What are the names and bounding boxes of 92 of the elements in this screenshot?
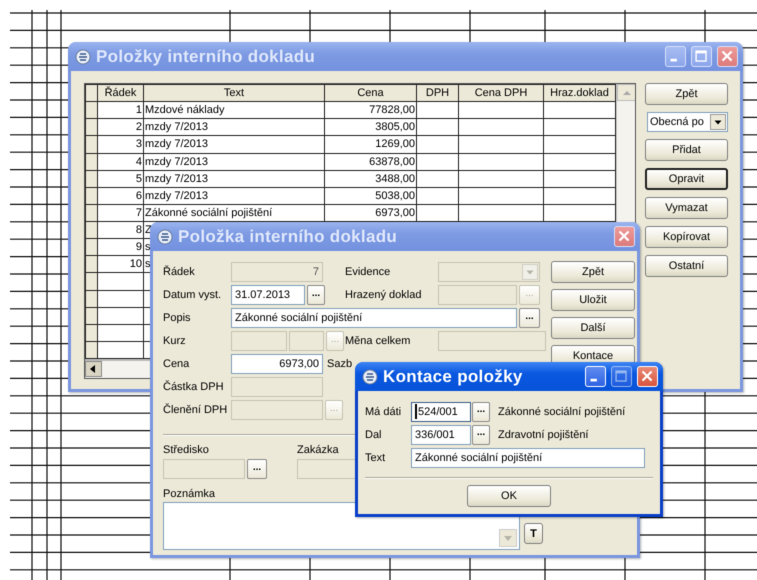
text-field[interactable]: 6973,00: [231, 354, 323, 374]
column-header[interactable]: Text: [144, 84, 324, 102]
text-field[interactable]: 31.07.2013: [231, 285, 305, 305]
text-field[interactable]: [231, 400, 323, 420]
push-button[interactable]: T: [524, 523, 543, 544]
column-header[interactable]: Řádek: [98, 84, 144, 102]
push-button[interactable]: Uložit: [551, 289, 635, 311]
text-field[interactable]: 336/001: [411, 424, 471, 444]
text-field[interactable]: 7: [231, 262, 323, 282]
field-label: Členění DPH: [163, 404, 228, 416]
table-cell: 77828,00: [324, 102, 416, 119]
field-label: Kurz: [163, 335, 187, 347]
app-icon: [75, 48, 91, 64]
push-button[interactable]: Další: [551, 317, 635, 339]
text-field[interactable]: [438, 331, 546, 351]
text-field[interactable]: [438, 285, 517, 305]
table-cell: 3805,00: [324, 118, 416, 136]
push-button[interactable]: Kopírovat: [645, 226, 728, 248]
table-cell: 63878,00: [324, 153, 416, 170]
field-label: Hrazený doklad: [345, 289, 422, 301]
field-label: Řádek: [163, 266, 196, 278]
dropdown-field[interactable]: [438, 262, 540, 282]
table-cell: 9: [98, 238, 144, 256]
table-cell: 6: [98, 187, 144, 204]
scroll-left-icon[interactable]: [85, 361, 102, 377]
close-button[interactable]: [717, 46, 738, 67]
browse-button[interactable]: ...: [472, 424, 490, 444]
dropdown-field[interactable]: Obecná po: [647, 112, 728, 132]
app-icon: [157, 228, 173, 244]
table-cell: mzdy 7/2013: [144, 187, 324, 204]
push-button[interactable]: Zpět: [645, 83, 728, 105]
table-cell: 6973,00: [324, 204, 416, 222]
push-button[interactable]: Přidat: [645, 139, 728, 161]
text-field[interactable]: Zákonné sociální pojištění: [231, 308, 517, 328]
table-cell: mzdy 7/2013: [144, 153, 324, 170]
table-cell: Zákonné sociální pojištění: [144, 204, 324, 222]
push-button[interactable]: Ostatní: [645, 255, 728, 277]
table-cell: 7: [98, 204, 144, 222]
text-field[interactable]: Zákonné sociální pojištění: [411, 448, 645, 468]
text-field[interactable]: [289, 331, 324, 351]
account-name: Zdravotní pojištění: [498, 428, 588, 440]
field-label: Měna celkem: [345, 335, 412, 347]
table-cell: mzdy 7/2013: [144, 136, 324, 153]
column-header[interactable]: DPH: [416, 84, 458, 102]
scroll-up-icon[interactable]: [617, 84, 635, 101]
push-button[interactable]: Opravit: [645, 168, 728, 190]
text-field[interactable]: [163, 459, 245, 479]
field-label: Částka DPH: [163, 381, 225, 393]
table-cell: 4: [98, 153, 144, 170]
push-button[interactable]: Vymazat: [645, 197, 728, 219]
minimize-button[interactable]: [665, 46, 686, 67]
field-label: Středisko: [163, 444, 210, 456]
push-button[interactable]: Zpět: [551, 261, 635, 283]
table-cell: 3: [98, 136, 144, 153]
field-label: Sazb: [327, 358, 354, 370]
browse-button[interactable]: ...: [519, 308, 540, 328]
field-label: Poznámka: [163, 488, 215, 500]
field-label: Evidence: [345, 266, 392, 278]
app-icon: [362, 368, 378, 384]
field-label: Má dáti: [365, 406, 402, 418]
close-button[interactable]: [614, 226, 635, 247]
table-cell: 1: [98, 102, 144, 119]
table-cell: 1269,00: [324, 136, 416, 153]
maximize-button[interactable]: [691, 46, 712, 67]
text-field[interactable]: [231, 331, 287, 351]
text-field[interactable]: [231, 377, 323, 397]
table-cell: 3488,00: [324, 170, 416, 188]
field-label: Popis: [163, 312, 192, 324]
table-cell: 5: [98, 170, 144, 188]
field-label: Cena: [163, 358, 190, 370]
table-cell: mzdy 7/2013: [144, 170, 324, 188]
field-label: Text: [365, 452, 386, 464]
browse-button[interactable]: ...: [247, 459, 267, 479]
table-cell: 5038,00: [324, 187, 416, 204]
text-field[interactable]: 524/001: [411, 402, 471, 422]
column-header[interactable]: Cena DPH: [458, 84, 544, 102]
field-label: Datum vyst.: [163, 289, 222, 301]
table-cell: 8: [98, 222, 144, 239]
browse-button[interactable]: ...: [472, 402, 490, 422]
column-header[interactable]: Cena: [324, 84, 416, 102]
field-label: Dal: [365, 428, 383, 440]
table-cell: Mzdové náklady: [144, 102, 324, 119]
window-title: Kontace položky: [383, 366, 523, 386]
field-label: Zakázka: [297, 444, 340, 456]
window-title: Položky interního dokladu: [96, 46, 316, 66]
table-cell: 10: [98, 256, 144, 273]
table-cell: 2: [98, 118, 144, 136]
dropdown-button[interactable]: [710, 114, 726, 130]
ok-button[interactable]: OK: [467, 485, 551, 507]
table-cell: mzdy 7/2013: [144, 118, 324, 136]
browse-button[interactable]: ...: [307, 285, 325, 305]
account-name: Zákonné sociální pojištění: [498, 406, 626, 418]
